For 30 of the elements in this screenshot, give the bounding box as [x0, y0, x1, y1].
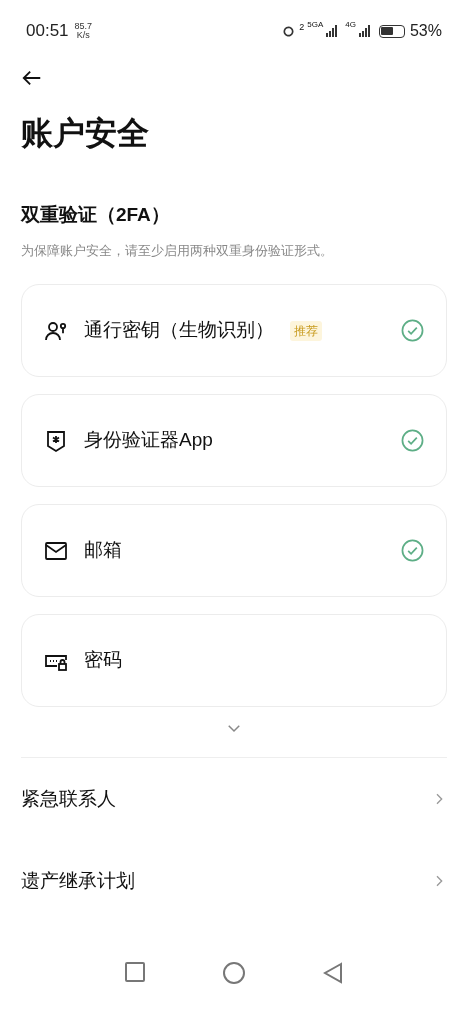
- method-label: 邮箱: [84, 538, 122, 563]
- settings-row[interactable]: 紧急联系人: [21, 758, 447, 840]
- signal-icon: [326, 25, 339, 37]
- method-card[interactable]: 身份验证器App: [21, 394, 447, 487]
- method-label: 通行密钥（生物识别）: [84, 318, 274, 343]
- network-type: 5GA: [307, 19, 324, 31]
- settings-label: 紧急联系人: [21, 786, 116, 811]
- page-title: 账户安全: [21, 114, 150, 153]
- method-label: 密码: [84, 648, 122, 673]
- method-label: 身份验证器App: [84, 428, 213, 453]
- sim-number: 2: [299, 21, 305, 34]
- recommended-badge: 推荐: [290, 320, 322, 341]
- battery-icon: [378, 24, 405, 38]
- recent-apps-button[interactable]: [125, 962, 145, 982]
- method-card[interactable]: 通行密钥（生物识别） 推荐: [21, 284, 447, 377]
- clock: 00:51: [26, 20, 69, 43]
- section-description: 为保障账户安全，请至少启用两种双重身份验证形式。: [21, 242, 334, 260]
- back-nav-button[interactable]: [323, 962, 343, 984]
- method-card[interactable]: 密码: [21, 614, 447, 707]
- battery-percentage: 53%: [409, 21, 442, 41]
- section-heading: 双重验证（2FA）: [21, 203, 171, 227]
- network-speed-unit: K/s: [76, 31, 90, 40]
- settings-label: 遗产继承计划: [21, 868, 135, 893]
- shield-asterisk-icon: [44, 428, 68, 453]
- method-card[interactable]: 邮箱: [21, 504, 447, 597]
- home-button[interactable]: [223, 962, 245, 984]
- network-speed-value: 85.7: [74, 22, 93, 31]
- signal-icon: [358, 25, 371, 37]
- network-type: 4G: [345, 19, 356, 31]
- settings-row[interactable]: 遗产继承计划: [21, 840, 447, 922]
